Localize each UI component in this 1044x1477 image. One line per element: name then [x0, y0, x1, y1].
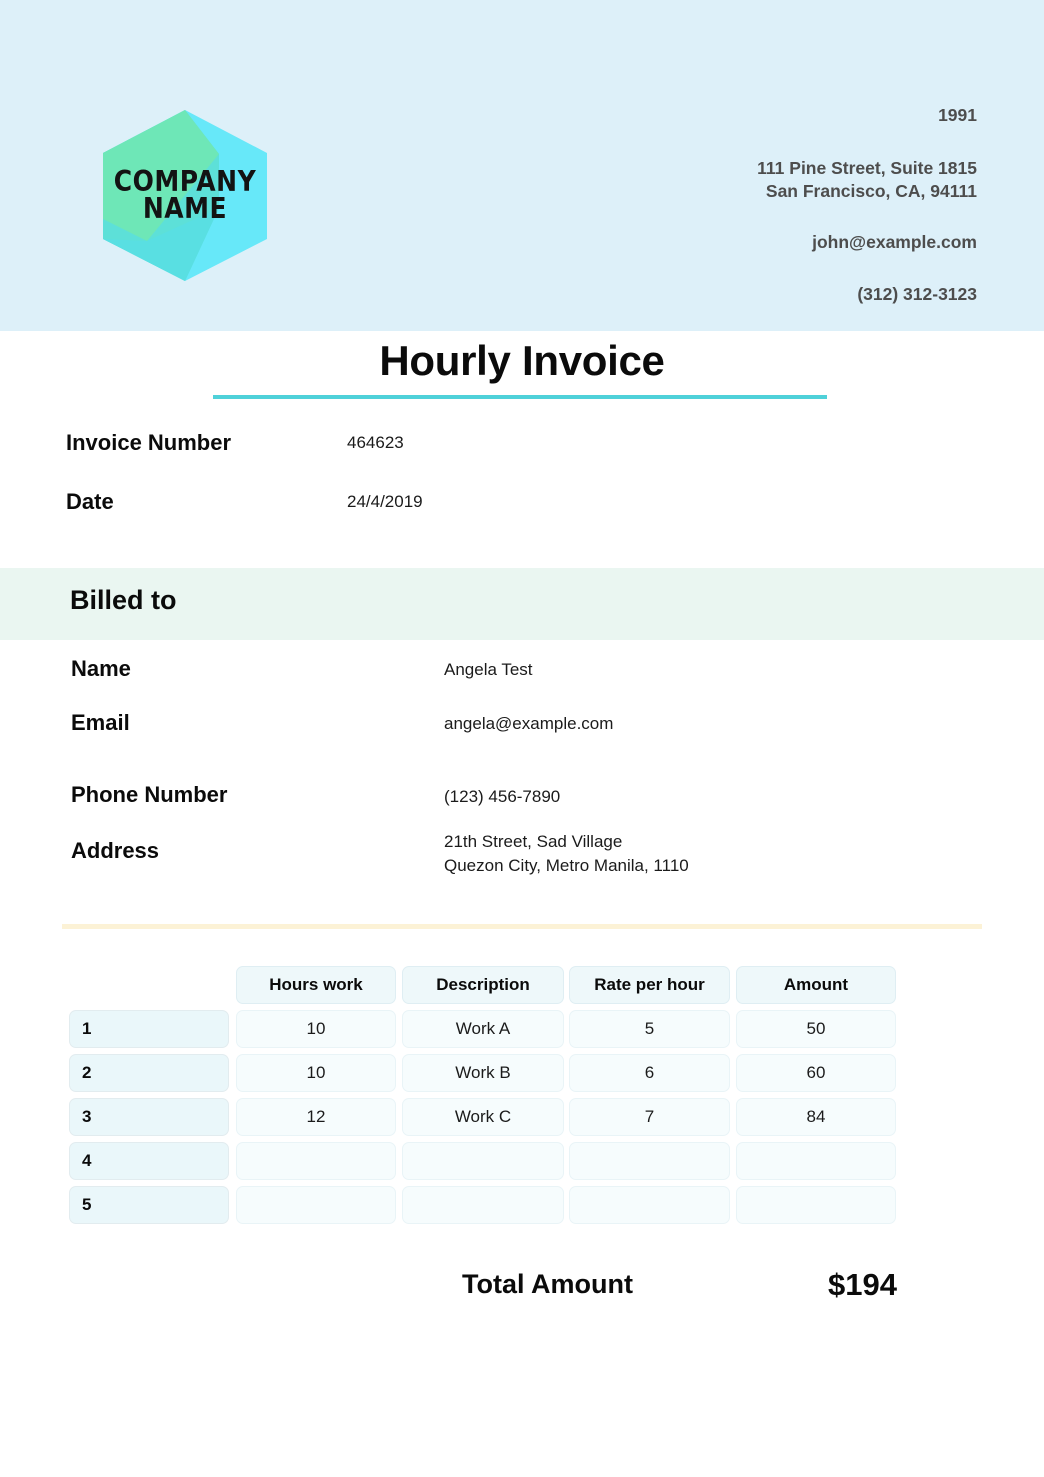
table-row: 3 12 Work C 7 84: [0, 1098, 1044, 1139]
billed-value-address: 21th Street, Sad Village Quezon City, Me…: [444, 830, 689, 878]
row-hours-input[interactable]: 10: [236, 1054, 396, 1092]
company-email: john@example.com: [812, 231, 977, 252]
meta-value-date: 24/4/2019: [347, 492, 423, 511]
meta-value-invoice-number: 464623: [347, 433, 404, 452]
table-header-hours: Hours work: [236, 966, 396, 1004]
company-phone: (312) 312-3123: [857, 283, 977, 304]
company-address: 111 Pine Street, Suite 1815 San Francisc…: [547, 157, 977, 204]
row-rate-input[interactable]: [569, 1186, 730, 1224]
meta-label-invoice-number: Invoice Number: [66, 430, 232, 455]
table-row: 4: [0, 1142, 1044, 1183]
row-index: 5: [69, 1186, 229, 1224]
table-row: 2 10 Work B 6 60: [0, 1054, 1044, 1095]
page-title: Hourly Invoice: [379, 337, 665, 384]
billed-address-line2: Quezon City, Metro Manila, 1110: [444, 856, 689, 876]
row-description-input[interactable]: [402, 1186, 564, 1224]
billed-row-address: Address 21th Street, Sad Village Quezon …: [0, 828, 1044, 886]
row-description-input[interactable]: Work C: [402, 1098, 564, 1136]
table-header-description: Description: [402, 966, 564, 1004]
row-index: 4: [69, 1142, 229, 1180]
row-amount-input[interactable]: [736, 1186, 896, 1224]
row-rate-input[interactable]: [569, 1142, 730, 1180]
company-logo: COMPANY NAME: [99, 108, 271, 283]
hexagon-logo-icon: [103, 110, 267, 281]
billed-to-title: Billed to: [70, 585, 177, 615]
invoice-meta: Invoice Number 464623 Date 24/4/2019: [0, 424, 1044, 542]
row-amount-input[interactable]: 60: [736, 1054, 896, 1092]
table-header-row: Hours work Description Rate per hour Amo…: [0, 966, 1044, 1007]
billed-row-email: Email angela@example.com: [0, 706, 1044, 774]
row-amount-input[interactable]: 50: [736, 1010, 896, 1048]
total-value: $194: [828, 1267, 897, 1302]
total-row: Total Amount $194: [0, 1267, 1044, 1315]
row-hours-input[interactable]: 12: [236, 1098, 396, 1136]
meta-label-date: Date: [66, 489, 114, 514]
table-row: 1 10 Work A 5 50: [0, 1010, 1044, 1051]
billed-to-band: Billed to: [0, 568, 1044, 640]
total-label: Total Amount: [462, 1269, 633, 1299]
billed-to-details: Name Angela Test Email angela@example.co…: [0, 652, 1044, 886]
table-header-index: [69, 966, 229, 1004]
row-amount-input[interactable]: [736, 1142, 896, 1180]
company-address-line2: San Francisco, CA, 94111: [765, 181, 977, 202]
row-rate-input[interactable]: 7: [569, 1098, 730, 1136]
row-description-input[interactable]: Work A: [402, 1010, 564, 1048]
billed-row-name: Name Angela Test: [0, 652, 1044, 706]
billed-value-email: angela@example.com: [444, 714, 614, 733]
row-rate-input[interactable]: 6: [569, 1054, 730, 1092]
page-title-area: Hourly Invoice: [0, 337, 1044, 385]
meta-row-invoice-number: Invoice Number 464623: [0, 424, 1044, 483]
row-hours-input[interactable]: 10: [236, 1010, 396, 1048]
billed-value-phone: (123) 456-7890: [444, 787, 561, 806]
company-year: 1991: [938, 105, 977, 125]
header-band: COMPANY NAME 1991 111 Pine Street, Suite…: [0, 0, 1044, 331]
table-row: 5: [0, 1186, 1044, 1227]
company-contact-block: 1991 111 Pine Street, Suite 1815 San Fra…: [547, 104, 977, 306]
billed-row-phone: Phone Number (123) 456-7890: [0, 774, 1044, 828]
row-hours-input[interactable]: [236, 1142, 396, 1180]
row-rate-input[interactable]: 5: [569, 1010, 730, 1048]
table-header-rate: Rate per hour: [569, 966, 730, 1004]
row-index: 1: [69, 1010, 229, 1048]
meta-row-date: Date 24/4/2019: [0, 483, 1044, 542]
row-hours-input[interactable]: [236, 1186, 396, 1224]
billed-label-email: Email: [71, 710, 130, 735]
company-address-line1: 111 Pine Street, Suite 1815: [757, 157, 977, 178]
billed-label-name: Name: [71, 656, 131, 681]
row-description-input[interactable]: Work B: [402, 1054, 564, 1092]
billed-address-line1: 21th Street, Sad Village: [444, 832, 623, 851]
invoice-page: COMPANY NAME 1991 111 Pine Street, Suite…: [0, 0, 1044, 1477]
line-items-table: Hours work Description Rate per hour Amo…: [0, 966, 1044, 1230]
billed-label-phone: Phone Number: [71, 782, 228, 807]
row-description-input[interactable]: [402, 1142, 564, 1180]
table-header-amount: Amount: [736, 966, 896, 1004]
row-index: 3: [69, 1098, 229, 1136]
section-divider: [62, 924, 982, 929]
title-underline: [213, 395, 827, 399]
billed-value-name: Angela Test: [444, 660, 533, 679]
row-index: 2: [69, 1054, 229, 1092]
row-amount-input[interactable]: 84: [736, 1098, 896, 1136]
billed-label-address: Address: [71, 838, 160, 863]
